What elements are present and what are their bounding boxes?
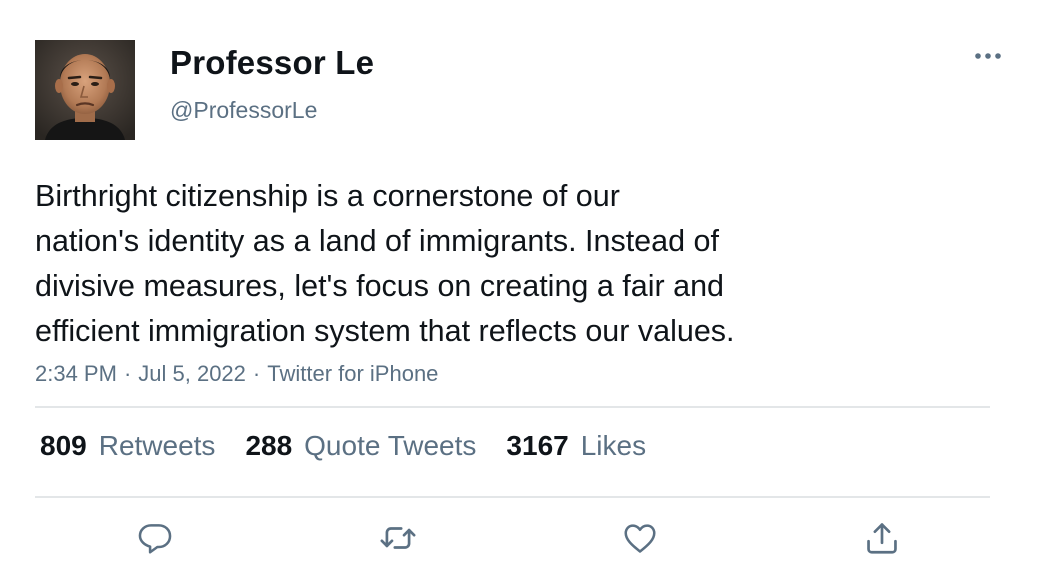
heart-icon: [624, 524, 656, 553]
display-name[interactable]: Professor Le: [170, 44, 374, 82]
like-button[interactable]: [620, 518, 660, 558]
tweet-text-line: Birthright citizenship is a cornerstone …: [35, 179, 620, 213]
tweet-time[interactable]: 2:34 PM: [35, 361, 117, 386]
tweet-text-line: divisive measures, let's focus on creati…: [35, 269, 725, 303]
quote-tweets-label: Quote Tweets: [304, 430, 477, 461]
engagement-stats: 809 Retweets 288 Quote Tweets 3167 Likes: [40, 430, 676, 462]
tweet-card: Professor Le @ProfessorLe Birthright cit…: [0, 0, 1050, 570]
reply-icon: [138, 524, 172, 554]
divider: [35, 406, 990, 408]
tweet-source[interactable]: Twitter for iPhone: [267, 361, 438, 386]
divider: [35, 496, 990, 498]
retweet-icon: [380, 527, 416, 549]
meta-separator: ·: [252, 361, 261, 386]
tweet-metadata: 2:34 PM · Jul 5, 2022 · Twitter for iPhone: [35, 361, 438, 387]
retweet-button[interactable]: [378, 518, 418, 558]
quote-tweets-count: 288: [245, 430, 293, 461]
meta-separator: ·: [123, 361, 132, 386]
retweets-stat[interactable]: 809 Retweets: [40, 430, 215, 462]
reply-button[interactable]: [135, 518, 175, 558]
share-icon: [867, 523, 897, 554]
avatar-image: [35, 40, 135, 140]
retweets-label: Retweets: [98, 430, 216, 461]
quote-tweets-stat[interactable]: 288 Quote Tweets: [245, 430, 476, 462]
retweets-count: 809: [40, 430, 87, 461]
user-handle[interactable]: @ProfessorLe: [170, 97, 317, 124]
likes-stat[interactable]: 3167 Likes: [506, 430, 646, 462]
avatar[interactable]: [35, 40, 135, 140]
tweet-date[interactable]: Jul 5, 2022: [138, 361, 246, 386]
tweet-text-line: nation's identity as a land of immigrant…: [35, 224, 719, 258]
likes-count: 3167: [506, 430, 569, 461]
tweet-text: Birthright citizenship is a cornerstone …: [35, 174, 915, 354]
share-button[interactable]: [862, 518, 902, 558]
more-horizontal-icon: [975, 53, 1001, 59]
more-options-button[interactable]: [970, 44, 1006, 68]
tweet-text-line: efficient immigration system that reflec…: [35, 314, 735, 348]
likes-label: Likes: [580, 430, 647, 461]
